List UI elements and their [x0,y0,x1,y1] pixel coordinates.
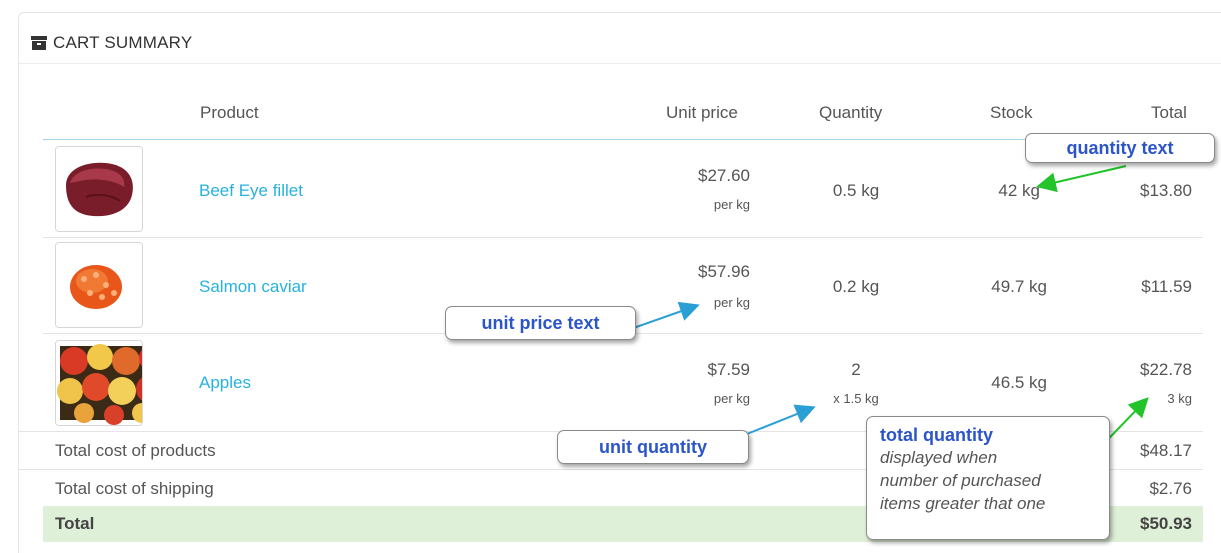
panel-header: CART SUMMARY [31,33,192,53]
grand-total-label: Total [55,514,95,533]
unit-price: $7.59 [707,360,750,379]
stock-value: 46.5 kg [991,373,1047,392]
product-link-caviar[interactable]: Salmon caviar [199,277,307,297]
total-value: $11.59 [1141,277,1192,296]
quantity-value: 2 [851,360,861,379]
product-link-apples[interactable]: Apples [199,373,251,393]
callout-quantity-text: quantity text [1025,133,1215,163]
callout-unit-quantity: unit quantity [557,430,749,464]
unit-price-unit: per kg [713,295,750,310]
apples-image[interactable] [55,340,143,426]
caviar-image[interactable] [55,242,143,328]
column-quantity: Quantity [819,103,883,122]
callout-total-quantity-line: items greater that one [880,494,1046,513]
callout-total-quantity-title: total quantity [880,425,993,445]
quantity-unit: x 1.5 kg [833,391,879,406]
unit-price: $57.96 [698,262,750,281]
stock-value: 49.7 kg [991,277,1047,296]
callout-unit-price-text: unit price text [445,306,636,340]
cart-icon [31,36,47,50]
column-unit-price: Unit price [666,103,738,122]
quantity-value: 0.5 kg [832,181,880,200]
product-link-beef[interactable]: Beef Eye fillet [199,181,303,201]
total-quantity: 3 kg [1167,391,1192,406]
unit-price-unit: per kg [713,391,750,406]
total-value: $22.78 [1140,360,1192,379]
stock-value: 42 kg [998,181,1040,200]
beef-image[interactable] [55,146,143,232]
grand-total-value: $50.93 [1140,514,1192,533]
unit-price: $27.60 [698,166,750,185]
callout-total-quantity-line: number of purchased [880,471,1041,490]
callout-total-quantity-line: displayed when [880,448,998,467]
total-products-value: $48.17 [1140,441,1192,460]
column-total: Total [1151,103,1187,122]
panel-title: CART SUMMARY [53,33,193,52]
column-stock: Stock [990,103,1033,122]
total-shipping-label: Total cost of shipping [55,479,214,498]
column-product: Product [200,103,259,122]
row-divider [43,237,1203,238]
unit-price-unit: per kg [713,197,750,212]
header-divider [19,63,1221,64]
total-products-label: Total cost of products [55,441,216,460]
total-value: $13.80 [1140,181,1192,200]
quantity-value: 0.2 kg [832,277,880,296]
total-shipping-value: $2.76 [1149,479,1192,498]
callout-total-quantity: total quantity displayed when number of … [866,416,1110,540]
